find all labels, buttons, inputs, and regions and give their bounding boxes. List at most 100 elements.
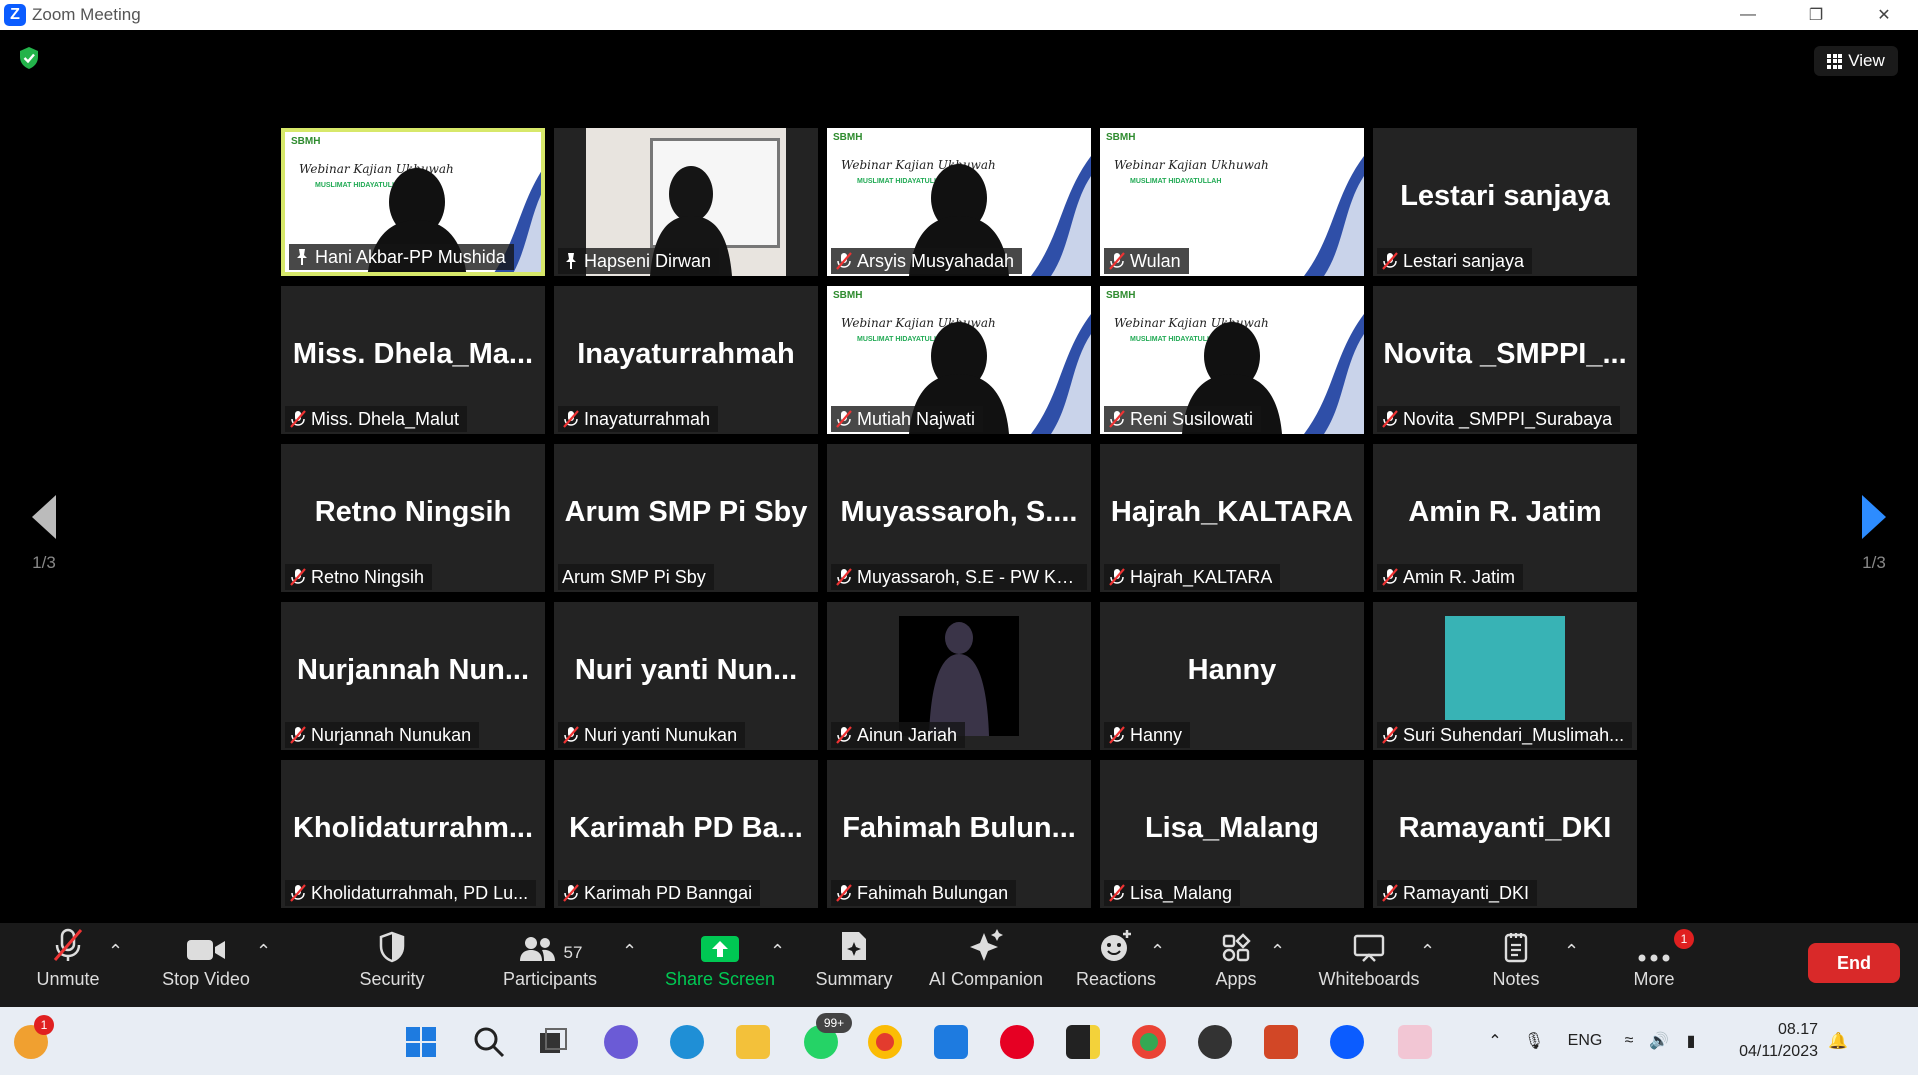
microsoft-store-icon[interactable] (934, 1025, 968, 1059)
microphone-muted-icon (289, 568, 307, 586)
participant-tile[interactable]: Nurjannah Nun... Nurjannah Nunukan (281, 602, 545, 750)
participant-video (899, 616, 1019, 736)
participant-tile[interactable]: Nuri yanti Nun... Nuri yanti Nunukan (554, 602, 818, 750)
slide-wave-decoration (1031, 314, 1091, 434)
microphone-muted-icon (1108, 410, 1126, 428)
participant-tile[interactable]: Suri Suhendari_Muslimah... (1373, 602, 1637, 750)
notes-options-caret[interactable]: ⌃ (1564, 941, 1579, 961)
arrow-right-icon (1862, 495, 1886, 539)
participant-tile[interactable]: Hapseni Dirwan (554, 128, 818, 276)
participant-tile[interactable]: SBMH Webinar Kajian Ukhuwah MUSLIMAT HIDAY… (827, 128, 1091, 276)
participant-tile[interactable]: SBMH Webinar Kajian Ukhuwah MUSLIMAT HIDAY… (1100, 128, 1364, 276)
ai-companion-button[interactable]: AI Companion (924, 923, 1048, 1007)
participant-tile[interactable]: Ramayanti_DKI Ramayanti_DKI (1373, 760, 1637, 908)
participant-tile[interactable]: Arum SMP Pi Sby Arum SMP Pi Sby (554, 444, 818, 592)
participant-tile[interactable]: SBMH Webinar Kajian Ukhuwah MUSLIMAT HIDAY… (827, 286, 1091, 434)
participant-tile[interactable]: SBMH Webinar Kajian Ukhuwah MUSLIMAT HIDAY… (281, 128, 545, 276)
participants-options-caret[interactable]: ⌃ (622, 941, 637, 961)
whiteboards-button[interactable]: Whiteboards (1314, 923, 1424, 1007)
microphone-tray-icon[interactable]: 🎙 (1512, 1031, 1556, 1051)
chrome-icon[interactable] (868, 1025, 902, 1059)
participant-name-text: Lestari sanjaya (1403, 250, 1525, 271)
participant-tile[interactable]: Retno Ningsih Retno Ningsih (281, 444, 545, 592)
participant-tile[interactable]: Lisa_Malang Lisa_Malang (1100, 760, 1364, 908)
slide-wave-decoration (1304, 314, 1364, 434)
next-page-button[interactable]: 1/3 (1854, 495, 1894, 573)
wifi-icon[interactable]: ≈ (1614, 1032, 1644, 1050)
end-meeting-button[interactable]: End (1808, 943, 1900, 983)
participant-display-name: Arum SMP Pi Sby (564, 496, 808, 528)
audio-options-caret[interactable]: ⌃ (108, 941, 123, 961)
stop-video-button[interactable]: Stop Video (158, 923, 254, 1007)
participant-tile[interactable]: SBMH Webinar Kajian Ukhuwah MUSLIMAT HIDAY… (1100, 286, 1364, 434)
apps-button[interactable]: Apps (1206, 923, 1266, 1007)
share-screen-button[interactable]: Share Screen (664, 923, 776, 1007)
task-view-icon[interactable] (536, 1025, 570, 1059)
video-options-caret[interactable]: ⌃ (256, 941, 271, 961)
pinterest-icon[interactable] (1000, 1025, 1034, 1059)
clock[interactable]: 08.17 04/11/2023 (1708, 1019, 1818, 1063)
search-icon[interactable] (472, 1025, 506, 1059)
encryption-shield-icon[interactable] (18, 46, 40, 70)
edge-browser-icon[interactable] (670, 1025, 704, 1059)
view-button[interactable]: View (1814, 46, 1898, 76)
media-player-icon[interactable] (1198, 1025, 1232, 1059)
restore-icon[interactable]: ❐ (1782, 0, 1850, 30)
participant-tile[interactable]: Karimah PD Ba... Karimah PD Banngai (554, 760, 818, 908)
participants-button[interactable]: 57 Participants (498, 923, 602, 1007)
whiteboards-options-caret[interactable]: ⌃ (1420, 941, 1435, 961)
participant-name-label: Muyassaroh, S.E - PW Ke... (831, 564, 1087, 590)
powerpoint-icon[interactable] (1264, 1025, 1298, 1059)
windows-start-icon[interactable] (404, 1025, 438, 1059)
volume-icon[interactable]: 🔊 (1644, 1031, 1674, 1051)
stop-video-label: Stop Video (162, 969, 250, 989)
pin-icon (562, 252, 580, 270)
chrome-profile-icon[interactable] (1132, 1025, 1166, 1059)
participant-display-name: Retno Ningsih (314, 496, 512, 528)
battery-icon[interactable]: ▮ (1674, 1031, 1708, 1051)
participant-tile[interactable]: Muyassaroh, S.... Muyassaroh, S.E - PW Ke… (827, 444, 1091, 592)
window-controls: — ❐ ✕ (1714, 0, 1918, 30)
security-button[interactable]: Security (354, 923, 430, 1007)
participant-name-label: Nurjannah Nunukan (285, 722, 480, 748)
close-icon[interactable]: ✕ (1850, 0, 1918, 30)
participant-name-label: Nuri yanti Nunukan (558, 722, 746, 748)
participant-tile[interactable]: Inayaturrahmah Inayaturrahmah (554, 286, 818, 434)
participant-tile[interactable]: Fahimah Bulun... Fahimah Bulungan (827, 760, 1091, 908)
reactions-button[interactable]: Reactions (1074, 923, 1158, 1007)
participant-tile[interactable]: Miss. Dhela_Ma... Miss. Dhela_Malut (281, 286, 545, 434)
notification-bell-icon[interactable]: 🔔 (1818, 1031, 1858, 1051)
participants-label: Participants (502, 969, 598, 989)
participant-name-label: Retno Ningsih (285, 564, 433, 590)
teams-chat-icon[interactable] (604, 1025, 638, 1059)
participant-name-text: Nurjannah Nunukan (311, 724, 472, 745)
snipping-tool-icon[interactable] (1398, 1025, 1432, 1059)
participant-tile[interactable]: Kholidaturrahm... Kholidaturrahmah, PD Lu… (281, 760, 545, 908)
participant-tile[interactable]: Lestari sanjaya Lestari sanjaya (1373, 128, 1637, 276)
share-screen-label: Share Screen (664, 969, 776, 989)
participant-display-name: Hajrah_KALTARA (1110, 496, 1354, 528)
language-indicator[interactable]: ENG (1556, 1032, 1614, 1050)
microphone-muted-icon (289, 726, 307, 744)
unmute-button[interactable]: Unmute (30, 923, 106, 1007)
previous-page-button[interactable]: 1/3 (24, 495, 64, 573)
reactions-options-caret[interactable]: ⌃ (1150, 941, 1165, 961)
share-options-caret[interactable]: ⌃ (770, 941, 785, 961)
chevron-up-icon[interactable]: ⌃ (1478, 1031, 1512, 1051)
file-explorer-icon[interactable] (736, 1025, 770, 1059)
participant-tile[interactable]: Hanny Hanny (1100, 602, 1364, 750)
minimize-icon[interactable]: — (1714, 0, 1782, 30)
participant-tile[interactable]: Hajrah_KALTARA Hajrah_KALTARA (1100, 444, 1364, 592)
apps-options-caret[interactable]: ⌃ (1270, 941, 1285, 961)
summary-button[interactable]: Summary (812, 923, 896, 1007)
unmute-label: Unmute (36, 969, 100, 989)
notes-button[interactable]: Notes (1486, 923, 1546, 1007)
sticky-notes-icon[interactable] (1066, 1025, 1100, 1059)
participant-tile[interactable]: Ainun Jariah (827, 602, 1091, 750)
zoom-taskbar-icon[interactable] (1330, 1025, 1364, 1059)
participant-tile[interactable]: Amin R. Jatim Amin R. Jatim (1373, 444, 1637, 592)
slide-logo: SBMH (833, 290, 863, 301)
participant-name-text: Reni Susilowati (1130, 408, 1254, 429)
participant-tile[interactable]: Novita _SMPPI_... Novita _SMPPI_Surabaya (1373, 286, 1637, 434)
participant-display-name: Lisa_Malang (1144, 812, 1320, 844)
